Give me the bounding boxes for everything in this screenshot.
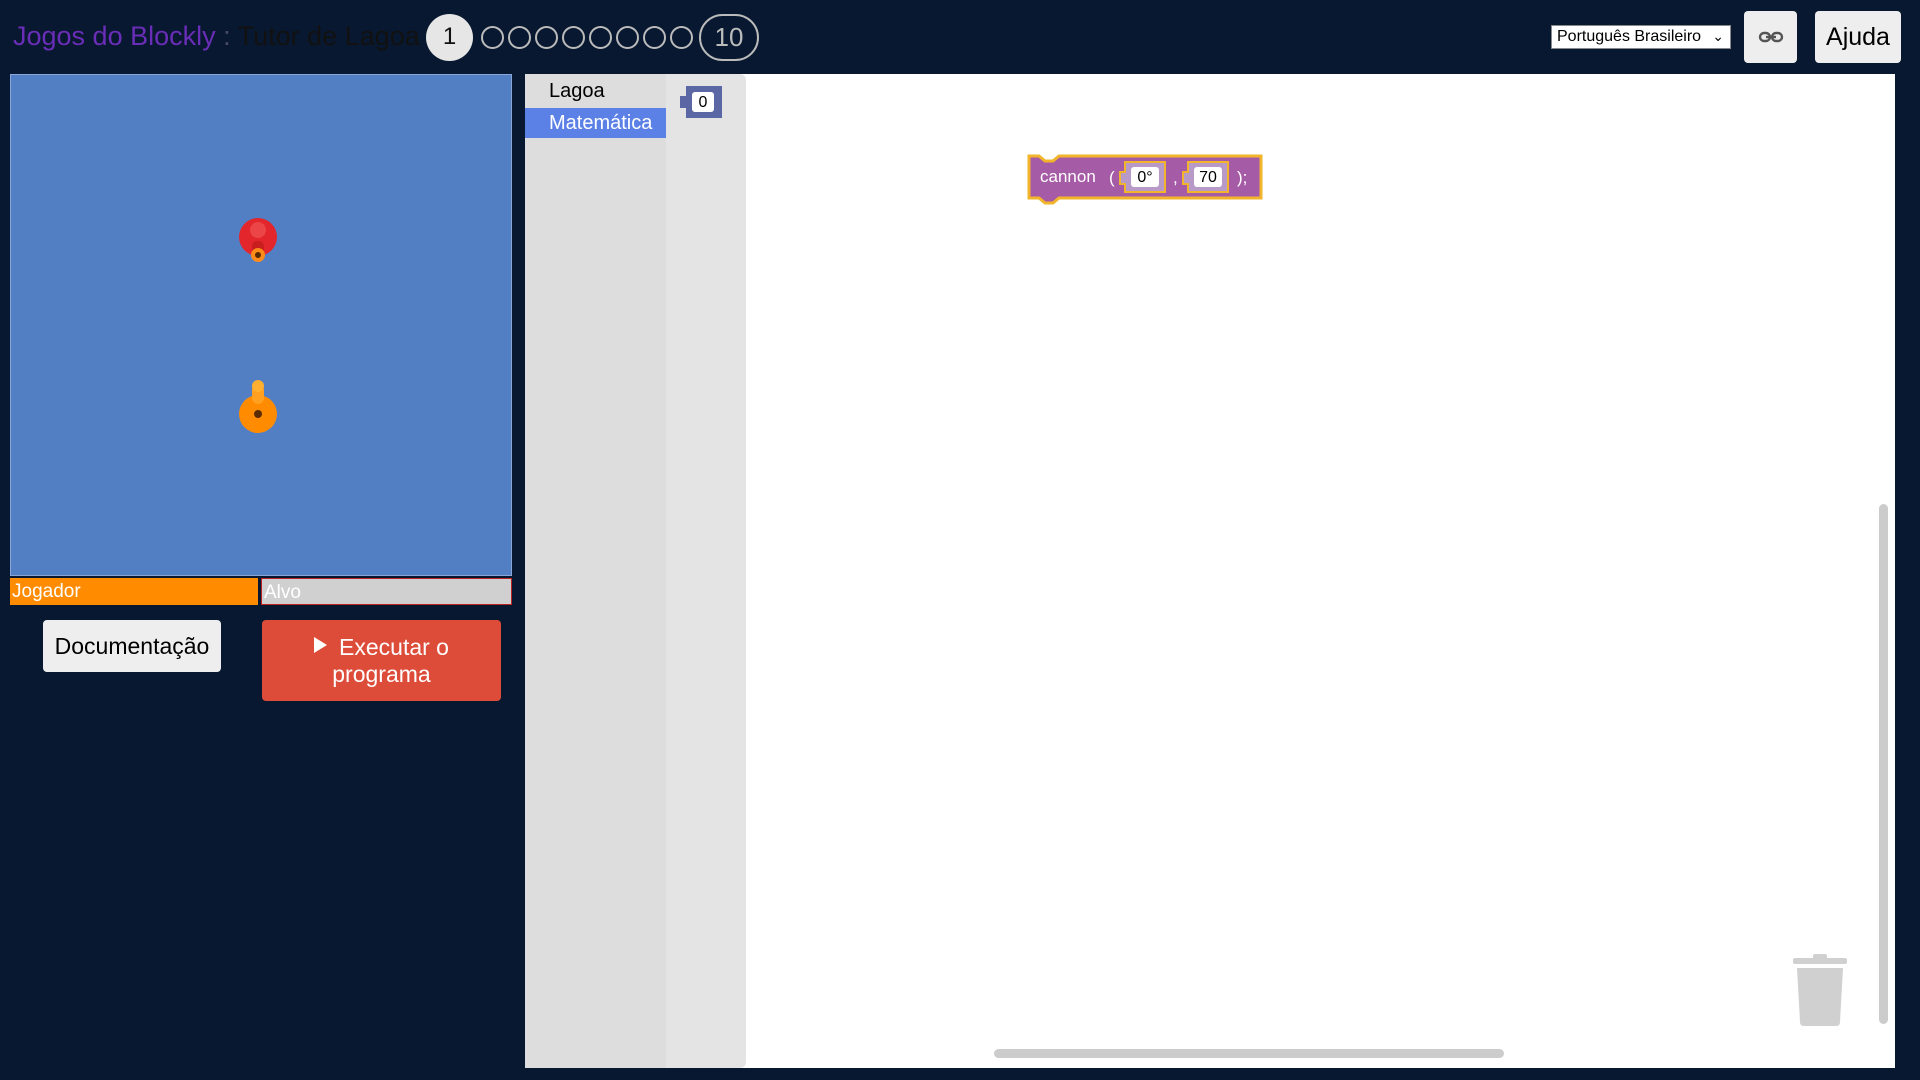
game-title: Tutor de Lagoa xyxy=(237,21,420,51)
header: Jogos do Blockly : Tutor de Lagoa 1 10 P… xyxy=(0,0,1920,74)
player-health-bar: Jogador xyxy=(10,578,258,605)
toolbox-flyout: 0 xyxy=(666,74,746,1068)
level-9-button[interactable] xyxy=(670,25,693,49)
player-duck-icon xyxy=(239,380,277,433)
page-title: Jogos do Blockly : Tutor de Lagoa xyxy=(13,20,420,52)
play-icon xyxy=(314,636,328,653)
level-1-button[interactable]: 1 xyxy=(426,13,473,61)
toolbox: Lagoa Matemática xyxy=(525,74,666,1068)
link-button[interactable] xyxy=(1744,11,1797,63)
run-program-label: Executar o programa xyxy=(314,634,449,688)
level-5-button[interactable] xyxy=(562,25,585,49)
toolbox-category-matematica[interactable]: Matemática xyxy=(525,108,666,138)
target-duck-icon xyxy=(239,218,277,262)
level-10-button[interactable]: 10 xyxy=(699,13,759,61)
level-3-button[interactable] xyxy=(508,25,531,49)
cannon-function-label: cannon xyxy=(1040,167,1096,186)
health-bars: Jogador Alvo xyxy=(10,578,512,605)
target-health-bar: Alvo xyxy=(261,578,512,605)
brand-link[interactable]: Jogos do Blockly xyxy=(13,21,216,51)
chevron-down-icon: ⌄ xyxy=(1712,28,1724,44)
cannon-range-value: 70 xyxy=(1199,169,1217,186)
level-8-button[interactable] xyxy=(643,25,666,49)
trash-icon[interactable] xyxy=(1793,954,1847,1026)
vertical-scrollbar[interactable] xyxy=(1879,504,1888,1024)
horizontal-scrollbar[interactable] xyxy=(994,1049,1504,1058)
language-select[interactable]: Português Brasileiro ⌄ xyxy=(1551,25,1731,49)
cannon-angle-value: 0° xyxy=(1137,169,1152,186)
level-7-button[interactable] xyxy=(616,25,639,49)
help-button[interactable]: Ajuda xyxy=(1815,11,1901,63)
run-label-line1: Executar o xyxy=(339,633,449,660)
cannon-close: ); xyxy=(1237,168,1247,187)
cannon-block[interactable]: cannon ( 0° , 70 ); xyxy=(1025,154,1265,206)
language-select-value: Português Brasileiro xyxy=(1557,28,1702,45)
level-4-button[interactable] xyxy=(535,25,558,49)
cannon-comma: , xyxy=(1173,168,1178,187)
run-program-button[interactable]: Executar o programa xyxy=(262,620,501,701)
flyout-number-value: 0 xyxy=(699,94,708,111)
level-selector: 1 10 xyxy=(426,13,759,61)
title-separator: : xyxy=(215,21,238,51)
run-label-line2: programa xyxy=(332,660,431,687)
level-6-button[interactable] xyxy=(589,25,612,49)
cannon-open-paren: ( xyxy=(1109,168,1115,187)
blockly-workspace[interactable]: Lagoa Matemática 0 cannon ( 0° , 70 ); xyxy=(525,74,1895,1068)
link-icon xyxy=(1758,31,1783,43)
pond-visualization xyxy=(10,74,512,576)
documentation-button[interactable]: Documentação xyxy=(43,620,221,672)
level-2-button[interactable] xyxy=(481,25,504,49)
flyout-number-block[interactable]: 0 xyxy=(678,84,728,124)
toolbox-category-lagoa[interactable]: Lagoa xyxy=(525,76,666,106)
